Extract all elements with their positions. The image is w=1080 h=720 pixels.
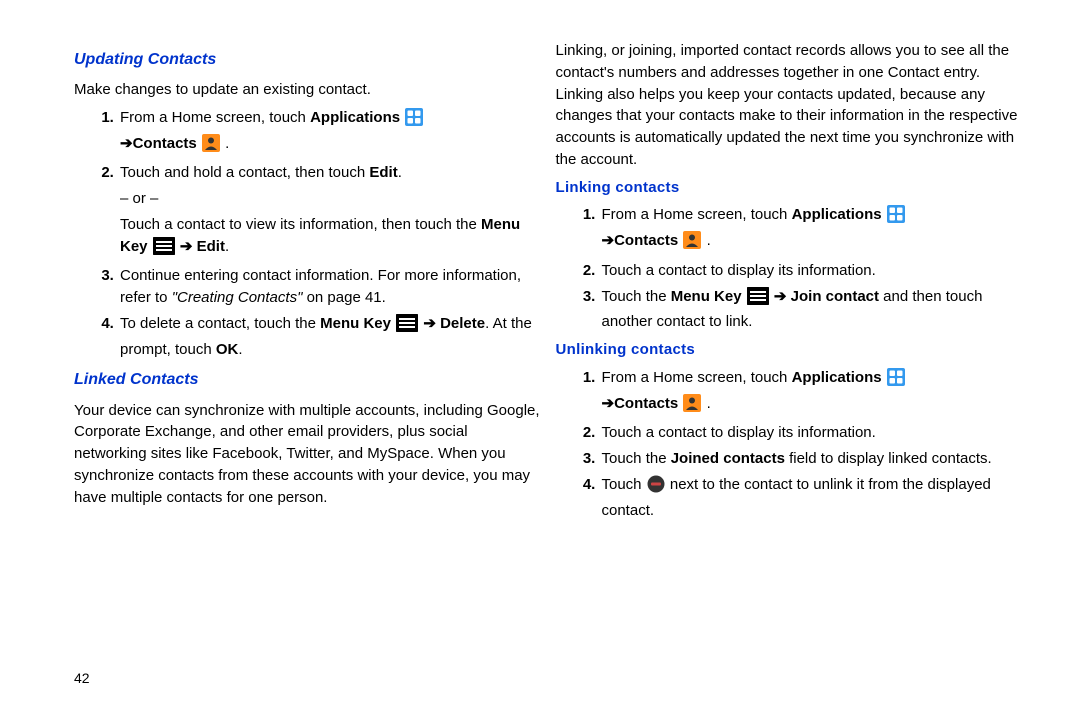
heading-updating-contacts: Updating Contacts: [74, 48, 541, 71]
menu-key-icon: [396, 314, 418, 339]
step-3: Continue entering contact information. F…: [118, 265, 541, 309]
heading-linked-contacts: Linked Contacts: [74, 368, 541, 391]
contacts-icon: [683, 231, 701, 256]
applications-icon: [887, 368, 905, 393]
link-step-1: From a Home screen, touch Applications ➔…: [600, 204, 1023, 256]
linked-contacts-paragraph: Your device can synchronize with multipl…: [74, 400, 541, 509]
updating-steps: From a Home screen, touch Applications ➔…: [74, 107, 541, 361]
unlink-step-4: Touch next to the contact to unlink it f…: [600, 474, 1023, 522]
linking-intro-paragraph: Linking, or joining, imported contact re…: [556, 40, 1023, 171]
unlinking-steps: From a Home screen, touch Applications ➔…: [556, 367, 1023, 522]
heading-linking-contacts: Linking contacts: [556, 177, 1023, 199]
unlink-step-3: Touch the Joined contacts field to displ…: [600, 448, 1023, 470]
linking-steps: From a Home screen, touch Applications ➔…: [556, 204, 1023, 333]
step-4: To delete a contact, touch the Menu Key …: [118, 313, 541, 361]
link-step-3: Touch the Menu Key ➔ Join contact and th…: [600, 286, 1023, 334]
page-number: 42: [74, 670, 90, 686]
or-divider: – or –: [120, 188, 541, 210]
step-1: From a Home screen, touch Applications ➔…: [118, 107, 541, 159]
intro-text: Make changes to update an existing conta…: [74, 79, 541, 101]
contacts-icon: [202, 134, 220, 159]
applications-icon: [887, 205, 905, 230]
unlink-step-1: From a Home screen, touch Applications ➔…: [600, 367, 1023, 419]
unlink-step-2: Touch a contact to display its informati…: [600, 422, 1023, 444]
link-step-2: Touch a contact to display its informati…: [600, 260, 1023, 282]
menu-key-icon: [153, 237, 175, 262]
minus-badge-icon: [647, 475, 665, 500]
applications-icon: [405, 108, 423, 133]
left-column: Updating Contacts Make changes to update…: [74, 40, 541, 720]
heading-unlinking-contacts: Unlinking contacts: [556, 339, 1023, 361]
menu-key-icon: [747, 287, 769, 312]
step-2: Touch and hold a contact, then touch Edi…: [118, 162, 541, 261]
right-column: Linking, or joining, imported contact re…: [556, 40, 1023, 720]
manual-page: Updating Contacts Make changes to update…: [0, 0, 1080, 720]
contacts-icon: [683, 394, 701, 419]
